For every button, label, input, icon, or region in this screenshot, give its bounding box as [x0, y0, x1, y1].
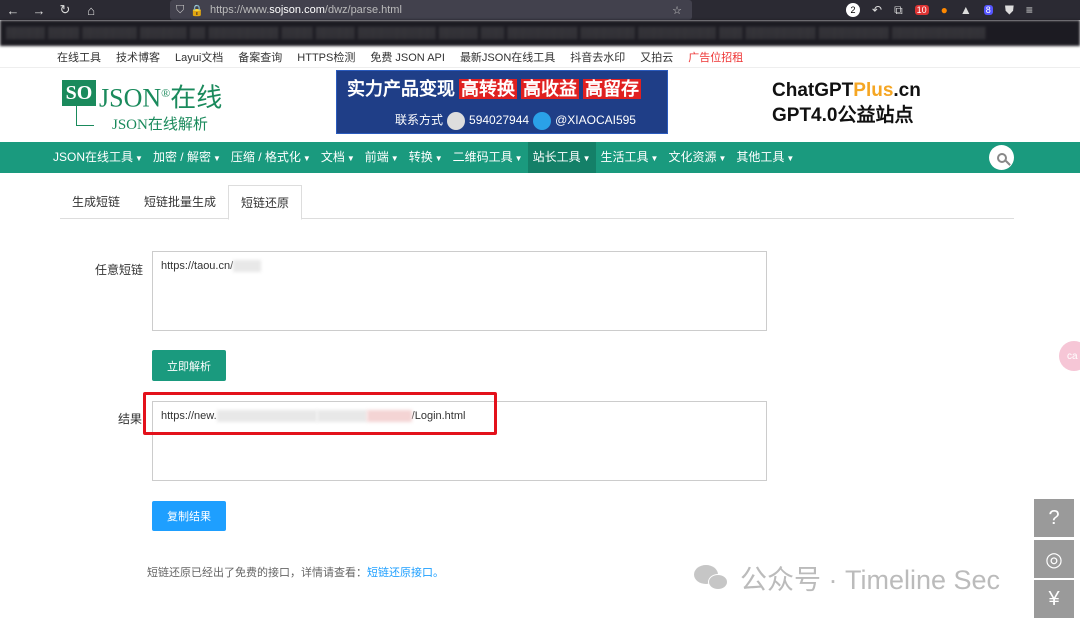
banner-contact: 联系方式 594027944 @XIAOCAI595: [395, 111, 636, 130]
nav-encrypt[interactable]: 加密 / 解密 ▼: [148, 142, 226, 173]
puzzle-icon[interactable]: ⧉: [894, 3, 903, 18]
nav-webmaster[interactable]: 站长工具 ▼: [527, 142, 596, 173]
extension-badge-icon[interactable]: 2: [846, 3, 860, 17]
tab-restore[interactable]: 短链还原: [228, 185, 303, 220]
logo-arrow-icon: [76, 106, 94, 126]
wechat-icon: [694, 564, 730, 591]
nav-qrcode[interactable]: 二维码工具 ▼: [448, 142, 528, 173]
top-link-https[interactable]: HTTPS检测: [297, 49, 355, 65]
top-link-upyun[interactable]: 又拍云: [640, 49, 673, 65]
extension-toolbar: 2 ↶ ⧉ 10 ● ▲ 8 ⛊ ≡: [700, 0, 1080, 20]
bookmark-star-icon[interactable]: ☆: [672, 4, 682, 17]
top-link-ad[interactable]: 广告位招租: [688, 49, 743, 65]
nav-json-tools[interactable]: JSON在线工具 ▼: [48, 142, 148, 173]
api-note: 短链还原已经出了免费的接口，详情请查看：短链还原接口。: [147, 567, 444, 579]
top-link-blog[interactable]: 技术博客: [116, 49, 160, 65]
lock-icon: 🔒: [190, 4, 204, 17]
reload-icon[interactable]: ↻: [52, 2, 78, 18]
address-bar[interactable]: ⛉ 🔒 https://www. sojson.com/dwz/parse.htm…: [170, 0, 692, 20]
back-icon[interactable]: ←: [0, 3, 26, 18]
nav-frontend[interactable]: 前端 ▼: [360, 142, 404, 173]
short-url-input[interactable]: https://taou.cn/: [152, 251, 767, 331]
url-host: sojson.com: [269, 4, 325, 16]
banner-headline: 实力产品变现 高转换 高收益 高留存: [347, 79, 641, 99]
top-link-json-api[interactable]: 免费 JSON API: [370, 49, 445, 65]
tab-bar: 生成短链 短链批量生成 短链还原: [60, 185, 1014, 220]
home-icon[interactable]: ⌂: [78, 3, 104, 18]
tab-generate[interactable]: 生成短链: [60, 185, 132, 219]
nav-convert[interactable]: 转换 ▼: [404, 142, 448, 173]
feedback-icon[interactable]: ?: [1034, 499, 1074, 537]
promo-chatgpt[interactable]: ChatGPTPlus.cn GPT4.0公益站点: [772, 78, 921, 128]
site-logo[interactable]: SO JSON®在线 JSON在线解析: [62, 76, 232, 136]
site-header: SO JSON®在线 JSON在线解析 实力产品变现 高转换 高收益 高留存 联系方式…: [0, 68, 1080, 142]
nav-culture[interactable]: 文化资源 ▼: [663, 142, 731, 173]
wechat-watermark: 公众号 · Timeline Sec: [694, 558, 1000, 597]
nav-compress[interactable]: 压缩 / 格式化 ▼: [226, 142, 316, 173]
nav-docs[interactable]: 文档 ▼: [316, 142, 360, 173]
search-icon: [996, 152, 1007, 163]
logo-subtitle: JSON在线解析: [112, 117, 208, 133]
nav-other[interactable]: 其他工具 ▼: [731, 142, 799, 173]
undo-icon[interactable]: ↶: [872, 3, 882, 17]
qq-contact-icon[interactable]: ◎: [1034, 540, 1074, 578]
forward-icon[interactable]: →: [26, 3, 52, 18]
shield-icon: ⛉: [176, 3, 185, 16]
telegram-icon: [533, 111, 552, 130]
result-label: 结果: [118, 412, 143, 426]
tab-batch-generate[interactable]: 短链批量生成: [132, 185, 228, 219]
parse-button[interactable]: 立即解析: [152, 350, 226, 381]
side-chat-tab[interactable]: ca: [1059, 341, 1080, 371]
menu-icon[interactable]: ≡: [1026, 3, 1033, 17]
top-link-douyin[interactable]: 抖音去水印: [570, 49, 625, 65]
ext-badge-icon[interactable]: 8: [983, 5, 993, 15]
logo-so: SO: [62, 80, 96, 106]
hat-icon[interactable]: ▲: [960, 3, 972, 17]
fox-icon[interactable]: ●: [941, 3, 948, 17]
short-url-label: 任意短链: [95, 263, 144, 277]
logo-json: JSON®在线: [99, 83, 223, 113]
browser-toolbar: ← → ↻ ⌂ ⛉ 🔒 https://www. sojson.com/dwz/p…: [0, 0, 1080, 20]
top-link-json-tool[interactable]: 最新JSON在线工具: [460, 49, 555, 65]
url-path: /dwz/parse.html: [324, 4, 402, 16]
mail-badge-icon[interactable]: 10: [914, 5, 929, 15]
shield-ext-icon[interactable]: ⛊: [1005, 3, 1014, 18]
top-link-icp[interactable]: 备案查询: [238, 49, 282, 65]
top-links-bar: 在线工具 技术博客 Layui文档 备案查询 HTTPS检测 免费 JSON A…: [0, 46, 1080, 68]
qq-icon: [447, 111, 466, 130]
redacted-text: [233, 260, 262, 273]
url-prefix: https://www.: [209, 4, 270, 16]
highlight-box: [143, 392, 497, 435]
top-link-layui[interactable]: Layui文档: [175, 49, 223, 65]
api-link[interactable]: 短链还原接口。: [367, 567, 444, 579]
bookmark-bar-blurred: ▒▒▒▒▒ ▒▒▒▒ ▒▒▒▒▒▒▒ ▒▒▒▒▒▒ ▒▒ ▒▒▒▒▒▒▒▒▒ ▒…: [0, 20, 1080, 46]
copy-result-button[interactable]: 复制结果: [152, 501, 226, 531]
donate-icon[interactable]: ¥: [1034, 580, 1074, 618]
top-link-online-tools[interactable]: 在线工具: [57, 49, 101, 65]
nav-life[interactable]: 生活工具 ▼: [596, 142, 664, 173]
main-nav: JSON在线工具 ▼ 加密 / 解密 ▼ 压缩 / 格式化 ▼ 文档 ▼ 前端 ▼ 转换 ▼…: [0, 142, 1080, 173]
ad-banner[interactable]: 实力产品变现 高转换 高收益 高留存 联系方式 594027944 @XIAOCAI595: [336, 70, 668, 134]
search-button[interactable]: [989, 145, 1014, 170]
